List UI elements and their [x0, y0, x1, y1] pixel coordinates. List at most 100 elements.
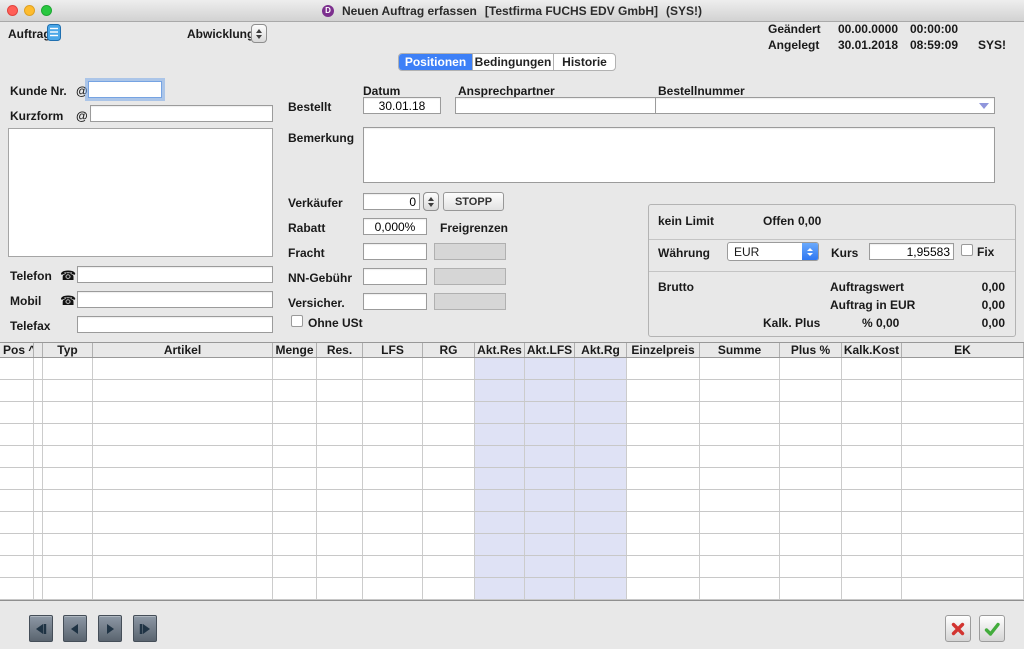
kunde-nr-input[interactable] — [88, 81, 162, 98]
address-box[interactable] — [8, 128, 273, 257]
column-header-akt-lfs[interactable]: Akt.LFS — [525, 343, 575, 357]
nn-gebuehr-input[interactable] — [363, 268, 427, 285]
table-cell — [475, 534, 525, 555]
column-header-typ[interactable]: Typ — [43, 343, 93, 357]
table-cell — [34, 512, 43, 533]
table-cell — [93, 468, 273, 489]
table-cell — [902, 468, 1024, 489]
table-cell — [93, 358, 273, 379]
kurs-input[interactable] — [869, 243, 954, 260]
confirm-button[interactable] — [979, 615, 1005, 642]
column-header-summe[interactable]: Summe — [700, 343, 780, 357]
geaendert-label: Geändert — [768, 22, 821, 36]
table-cell — [43, 578, 93, 599]
verkaeufer-input[interactable] — [363, 193, 420, 210]
table-row[interactable] — [0, 424, 1024, 446]
table-row[interactable] — [0, 358, 1024, 380]
table-row[interactable] — [0, 556, 1024, 578]
column-header-lfs[interactable]: LFS — [363, 343, 423, 357]
table-cell — [575, 468, 627, 489]
first-record-button[interactable] — [29, 615, 53, 642]
bemerkung-textarea[interactable] — [363, 127, 995, 183]
fix-label: Fix — [977, 245, 994, 259]
table-row[interactable] — [0, 490, 1024, 512]
table-cell — [780, 534, 842, 555]
table-cell — [317, 556, 363, 577]
column-header-kalk-kost[interactable]: Kalk.Kost — [842, 343, 902, 357]
auftragswert-value: 0,00 — [940, 280, 1005, 294]
table-cell — [475, 578, 525, 599]
column-header-artikel[interactable]: Artikel — [93, 343, 273, 357]
table-row[interactable] — [0, 380, 1024, 402]
bemerkung-label: Bemerkung — [288, 131, 354, 145]
column-header-blank[interactable] — [34, 343, 43, 357]
table-cell — [317, 380, 363, 401]
abwicklung-stepper[interactable] — [251, 24, 267, 43]
table-row[interactable] — [0, 578, 1024, 600]
column-header-akt-rg[interactable]: Akt.Rg — [575, 343, 627, 357]
table-cell — [93, 534, 273, 555]
table-row[interactable] — [0, 402, 1024, 424]
table-cell — [475, 512, 525, 533]
table-cell — [575, 556, 627, 577]
cancel-button[interactable] — [945, 615, 971, 642]
column-header-plus-[interactable]: Plus % — [780, 343, 842, 357]
tab-historie[interactable]: Historie — [554, 54, 615, 70]
table-cell — [43, 446, 93, 467]
telefon-input[interactable] — [77, 266, 273, 283]
mobil-input[interactable] — [77, 291, 273, 308]
table-cell — [842, 424, 902, 445]
tab-positionen[interactable]: Positionen — [399, 54, 473, 70]
table-cell — [273, 380, 317, 401]
fix-checkbox[interactable] — [961, 244, 973, 256]
table-cell — [627, 534, 700, 555]
close-window-button[interactable] — [7, 5, 18, 16]
column-header-ek[interactable]: EK — [902, 343, 1024, 357]
versicher-input[interactable] — [363, 293, 427, 310]
previous-record-button[interactable] — [63, 615, 87, 642]
verkaeufer-stepper[interactable] — [423, 192, 439, 211]
rabatt-input[interactable] — [363, 218, 427, 235]
stepper-up-icon — [256, 29, 262, 33]
column-header-akt-res[interactable]: Akt.Res — [475, 343, 525, 357]
fracht-input[interactable] — [363, 243, 427, 260]
table-row[interactable] — [0, 468, 1024, 490]
waehrung-popup[interactable]: EUR — [727, 242, 819, 261]
fracht-label: Fracht — [288, 246, 325, 260]
column-header-pos[interactable]: Pos ^ — [0, 343, 34, 357]
column-header-einzelpreis[interactable]: Einzelpreis — [627, 343, 700, 357]
table-cell — [273, 468, 317, 489]
last-record-button[interactable] — [133, 615, 157, 642]
table-cell — [423, 358, 475, 379]
table-cell — [273, 424, 317, 445]
table-cell — [475, 358, 525, 379]
column-header-res-[interactable]: Res. — [317, 343, 363, 357]
ohne-ust-checkbox[interactable] — [291, 315, 303, 327]
table-cell — [902, 402, 1024, 423]
table-cell — [0, 512, 34, 533]
zoom-window-button[interactable] — [41, 5, 52, 16]
telefax-input[interactable] — [77, 316, 273, 333]
auftragswert-label: Auftragswert — [830, 280, 904, 294]
tab-bedingungen[interactable]: Bedingungen — [473, 54, 554, 70]
kurs-label: Kurs — [831, 246, 858, 260]
column-header-rg[interactable]: RG — [423, 343, 475, 357]
kurzform-at-sign: @ — [76, 109, 88, 123]
next-record-button[interactable] — [98, 615, 122, 642]
kurzform-input[interactable] — [90, 105, 273, 122]
table-cell — [902, 534, 1024, 555]
table-cell — [43, 424, 93, 445]
stopp-button[interactable]: STOPP — [443, 192, 504, 211]
table-cell — [0, 446, 34, 467]
table-row[interactable] — [0, 534, 1024, 556]
bestellnummer-combobox[interactable] — [655, 97, 995, 114]
table-row[interactable] — [0, 512, 1024, 534]
order-list-icon[interactable] — [47, 24, 61, 44]
ansprechpartner-combobox[interactable] — [455, 97, 673, 114]
table-row[interactable] — [0, 446, 1024, 468]
minimize-window-button[interactable] — [24, 5, 35, 16]
table-cell — [43, 490, 93, 511]
table-cell — [34, 490, 43, 511]
column-header-menge[interactable]: Menge — [273, 343, 317, 357]
bestellt-date-input[interactable] — [363, 97, 441, 114]
